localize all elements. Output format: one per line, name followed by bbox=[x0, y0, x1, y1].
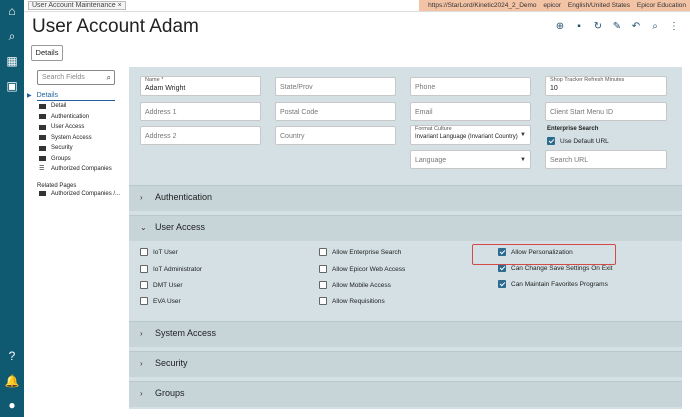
shop-tracker-field[interactable]: Shop Tracker Refresh Minutes 10 bbox=[545, 76, 667, 96]
dashboard-icon[interactable]: ▣ bbox=[4, 78, 20, 94]
sidebar-item-groups[interactable]: Groups bbox=[39, 154, 127, 165]
checkbox-checked-icon bbox=[498, 264, 506, 272]
toolbar: ⊕ ▪ ↻ ✎ ↶ ⌕ ⋮ bbox=[554, 21, 680, 33]
chevron-down-icon: ▼ bbox=[520, 132, 526, 138]
highlight-box bbox=[472, 244, 616, 265]
section-system-access[interactable]: › System Access bbox=[129, 321, 682, 347]
add-icon[interactable]: ⊕ bbox=[554, 21, 566, 33]
panel-icon bbox=[39, 103, 46, 109]
checkbox-checked-icon bbox=[498, 280, 506, 288]
help-icon[interactable]: ? bbox=[4, 348, 20, 364]
address2-field[interactable]: Address 2 bbox=[140, 126, 261, 145]
allow-enterprise-search-checkbox[interactable]: Allow Enterprise Search bbox=[319, 248, 401, 256]
session-info: https://StarLord/Kinetic2024_2_Demo epic… bbox=[419, 0, 690, 11]
breadcrumb[interactable]: User Account Maintenance × bbox=[28, 1, 126, 10]
checkbox-icon bbox=[319, 281, 327, 289]
checkbox-icon bbox=[319, 265, 327, 273]
session-locale: English/United States bbox=[567, 2, 631, 9]
main-content: Name * Adam Wright State/Prov Phone Shop… bbox=[129, 67, 682, 409]
session-url: https://StarLord/Kinetic2024_2_Demo bbox=[428, 2, 537, 9]
email-field[interactable]: Email bbox=[410, 102, 531, 121]
details-button[interactable]: Details bbox=[31, 45, 63, 61]
chevron-right-icon: › bbox=[140, 359, 143, 368]
checkbox-icon bbox=[140, 281, 148, 289]
phone-field[interactable]: Phone bbox=[410, 77, 531, 96]
checkbox-icon bbox=[140, 297, 148, 305]
panel-icon bbox=[39, 156, 46, 162]
allow-epicor-web-access-checkbox[interactable]: Allow Epicor Web Access bbox=[319, 265, 405, 273]
caret-right-icon: ▶ bbox=[27, 93, 32, 99]
sidebar: Search Fields ⌕ ▶ Details Detail Authenti… bbox=[27, 70, 127, 199]
panel-icon bbox=[39, 114, 46, 120]
checkbox-icon bbox=[319, 297, 327, 305]
panel-icon bbox=[39, 135, 46, 141]
address1-field[interactable]: Address 1 bbox=[140, 102, 261, 121]
postal-code-field[interactable]: Postal Code bbox=[275, 102, 396, 121]
chevron-down-icon: ▼ bbox=[520, 157, 526, 163]
section-security[interactable]: › Security bbox=[129, 351, 682, 377]
name-field[interactable]: Name * Adam Wright bbox=[140, 76, 261, 96]
chevron-right-icon: › bbox=[140, 389, 143, 398]
section-groups[interactable]: › Groups bbox=[129, 381, 682, 407]
checkbox-checked-icon bbox=[547, 137, 555, 145]
use-default-url-checkbox[interactable]: Use Default URL bbox=[547, 137, 609, 145]
close-icon[interactable]: × bbox=[118, 2, 122, 9]
chevron-right-icon: › bbox=[140, 193, 143, 202]
sidebar-item-system-access[interactable]: System Access bbox=[39, 133, 127, 144]
apps-grid-icon[interactable]: ▦ bbox=[4, 53, 20, 69]
iot-administrator-checkbox[interactable]: IoT Administrator bbox=[140, 265, 202, 273]
search-icon[interactable]: ⌕ bbox=[4, 28, 20, 44]
checkbox-icon bbox=[140, 248, 148, 256]
page-title: User Account Adam bbox=[32, 16, 199, 37]
country-field[interactable]: Country bbox=[275, 126, 396, 145]
more-icon[interactable]: ⋮ bbox=[668, 21, 680, 33]
allow-requisitions-checkbox[interactable]: Allow Requisitions bbox=[319, 297, 385, 305]
home-icon[interactable]: ⌂ bbox=[4, 3, 20, 19]
chevron-right-icon: › bbox=[140, 329, 143, 338]
session-user: epicor bbox=[543, 2, 562, 9]
related-item-authorized-companies[interactable]: Authorized Companies /... bbox=[39, 189, 127, 200]
search-fields-input[interactable]: Search Fields ⌕ bbox=[37, 70, 115, 85]
search-icon: ⌕ bbox=[106, 73, 111, 82]
format-culture-select[interactable]: Format Culture Invariant Language (Invar… bbox=[410, 125, 531, 145]
can-maintain-favorites-checkbox[interactable]: Can Maintain Favorites Programs bbox=[498, 280, 608, 288]
top-bar: User Account Maintenance × https://StarL… bbox=[24, 0, 690, 12]
client-start-menu-field[interactable]: Client Start Menu ID bbox=[545, 102, 667, 121]
search-icon[interactable]: ⌕ bbox=[649, 21, 661, 33]
enterprise-search-heading: Enterprise Search bbox=[547, 126, 599, 132]
can-change-save-settings-checkbox[interactable]: Can Change Save Settings On Exit bbox=[498, 264, 613, 272]
refresh-icon[interactable]: ↻ bbox=[592, 21, 604, 33]
allow-mobile-access-checkbox[interactable]: Allow Mobile Access bbox=[319, 281, 391, 289]
checkbox-icon bbox=[140, 265, 148, 273]
panel-icon bbox=[39, 145, 46, 151]
session-company: Epicor Education bbox=[636, 2, 686, 9]
panel-icon bbox=[39, 191, 46, 197]
section-authentication[interactable]: › Authentication bbox=[129, 185, 682, 211]
user-icon[interactable]: ● bbox=[4, 397, 20, 413]
search-url-field[interactable]: Search URL bbox=[545, 150, 667, 169]
sidebar-item-authentication[interactable]: Authentication bbox=[39, 112, 127, 123]
bell-icon[interactable]: 🔔 bbox=[4, 373, 20, 389]
iot-user-checkbox[interactable]: IoT User bbox=[140, 248, 178, 256]
eva-user-checkbox[interactable]: EVA User bbox=[140, 297, 181, 305]
state-field[interactable]: State/Prov bbox=[275, 77, 396, 96]
sidebar-section-details[interactable]: ▶ Details bbox=[27, 92, 127, 99]
panel-icon bbox=[39, 124, 46, 130]
list-icon: ☰ bbox=[39, 165, 45, 172]
clear-icon[interactable]: ✎ bbox=[611, 21, 623, 33]
undo-icon[interactable]: ↶ bbox=[630, 21, 642, 33]
sidebar-item-authorized-companies[interactable]: ☰ Authorized Companies bbox=[39, 164, 127, 175]
left-rail: ⌂ ⌕ ▦ ▣ ? 🔔 ● bbox=[0, 0, 24, 417]
section-user-access[interactable]: ⌄ User Access bbox=[129, 215, 682, 241]
dmt-user-checkbox[interactable]: DMT User bbox=[140, 281, 183, 289]
language-select[interactable]: Language ▼ bbox=[410, 150, 531, 169]
sidebar-item-detail[interactable]: Detail bbox=[39, 101, 127, 112]
save-icon[interactable]: ▪ bbox=[573, 21, 585, 33]
sidebar-item-security[interactable]: Security bbox=[39, 143, 127, 154]
sidebar-item-user-access[interactable]: User Access bbox=[39, 122, 127, 133]
checkbox-icon bbox=[319, 248, 327, 256]
chevron-down-icon: ⌄ bbox=[140, 223, 147, 232]
